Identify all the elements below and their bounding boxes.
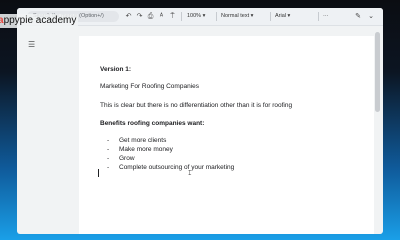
vertical-scrollbar[interactable] xyxy=(375,32,380,112)
list-item-text: Get more clients xyxy=(119,137,167,144)
text-cursor xyxy=(98,169,99,177)
list-item-text: Grow xyxy=(119,155,135,162)
font-select[interactable]: Arial ▾ xyxy=(275,11,290,22)
style-select[interactable]: Normal text ▾ xyxy=(221,11,253,22)
zoom-value: 100% xyxy=(187,13,202,19)
benefits-title: Benefits roofing companies want: xyxy=(100,120,205,127)
list-item-text: Complete outsourcing of your marketing xyxy=(119,164,235,171)
divider xyxy=(318,12,319,21)
watermark-line-2: Luster xyxy=(193,203,252,224)
brain-icon xyxy=(155,185,191,221)
document-outline-icon[interactable]: ☰ xyxy=(28,40,37,49)
paint-format-icon[interactable]: ⍑ xyxy=(168,11,177,22)
undo-icon[interactable]: ↶ xyxy=(124,11,133,22)
redo-icon[interactable]: ↷ xyxy=(135,11,144,22)
list-item: - Make more money xyxy=(107,146,173,153)
style-value: Normal text xyxy=(221,13,250,19)
zoom-select[interactable]: 100% ▾ xyxy=(187,11,205,22)
editing-mode-icon[interactable]: ✎ xyxy=(353,11,363,22)
collapse-icon[interactable]: ⌄ xyxy=(366,11,376,22)
list-item-text: Make more money xyxy=(119,146,173,153)
spellcheck-icon[interactable]: ᴬ xyxy=(157,11,166,22)
appypie-academy-logo: appypie academy xyxy=(0,14,79,28)
divider xyxy=(270,12,271,21)
doc-line-1: Marketing For Roofing Companies xyxy=(100,83,199,90)
doc-heading: Version 1: xyxy=(100,66,132,73)
list-item: - Complete outsourcing of your marketing xyxy=(107,164,235,171)
mouse-pointer-icon: ꕯ xyxy=(188,170,192,177)
watermark-line-1: Mind xyxy=(193,184,238,205)
print-icon[interactable]: ⎙ xyxy=(146,11,155,22)
faint-caption-bar xyxy=(303,211,373,220)
mind-luster-watermark: Mind Luster xyxy=(155,185,265,225)
list-item: - Get more clients xyxy=(107,137,167,144)
list-item: - Grow xyxy=(107,155,135,162)
font-value: Arial xyxy=(275,13,287,19)
divider xyxy=(181,12,182,21)
more-options-icon[interactable]: ··· xyxy=(323,11,329,22)
logo-text: ppypie academy xyxy=(3,15,77,26)
divider xyxy=(216,12,217,21)
doc-line-2: This is clear but there is no differenti… xyxy=(100,102,293,109)
